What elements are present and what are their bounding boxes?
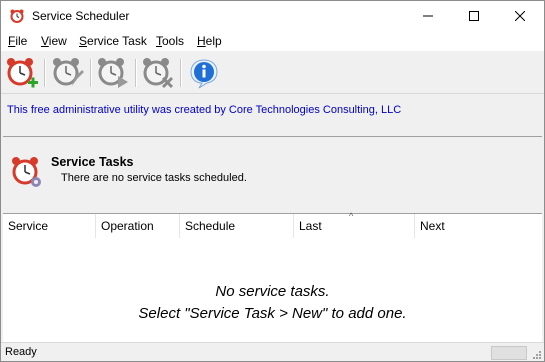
section-subtitle: There are no service tasks scheduled. <box>61 172 247 184</box>
sort-ascending-icon: ^ <box>349 211 354 221</box>
status-bar: Ready <box>1 342 544 361</box>
app-window: Service Scheduler File View Service Task… <box>0 0 545 362</box>
menu-bar: File View Service Task Tools Help <box>1 31 544 51</box>
toolbar-separator <box>135 59 137 87</box>
window-title: Service Scheduler <box>32 9 130 23</box>
credit-text: This free administrative utility was cre… <box>7 104 402 116</box>
status-panel <box>491 346 527 360</box>
run-task-button[interactable] <box>96 56 130 90</box>
menu-view[interactable]: View <box>41 34 67 48</box>
column-header-last[interactable]: Last <box>294 214 415 238</box>
service-tasks-header: Service Tasks There are no service tasks… <box>3 136 542 213</box>
menu-file[interactable]: File <box>8 34 27 48</box>
clock-add-icon <box>7 58 38 88</box>
alarm-clock-gear-icon <box>12 157 41 187</box>
resize-grip-icon[interactable] <box>533 351 542 360</box>
section-title: Service Tasks <box>51 155 134 169</box>
menu-service-task[interactable]: Service Task <box>79 34 147 48</box>
clock-delete-icon <box>143 58 174 89</box>
clock-run-icon <box>98 58 128 88</box>
toolbar-separator <box>180 59 182 87</box>
about-button[interactable] <box>187 56 221 90</box>
toolbar <box>1 53 544 93</box>
column-header-operation[interactable]: Operation <box>96 214 180 238</box>
new-task-button[interactable] <box>5 56 39 90</box>
empty-state-hint: Select "Service Task > New" to add one. <box>138 305 407 322</box>
edit-task-button[interactable] <box>51 56 85 90</box>
close-icon <box>515 11 525 21</box>
menu-help[interactable]: Help <box>197 34 222 48</box>
toolbar-separator <box>44 59 46 87</box>
column-header-next[interactable]: Next <box>415 214 542 238</box>
close-button[interactable] <box>497 1 543 31</box>
clock-edit-icon <box>53 58 84 86</box>
minimize-button[interactable] <box>405 1 451 31</box>
menu-tools[interactable]: Tools <box>156 34 184 48</box>
empty-state-message: No service tasks. <box>215 283 330 300</box>
info-icon <box>190 59 218 89</box>
minimize-icon <box>423 15 433 17</box>
title-bar[interactable]: Service Scheduler <box>1 1 544 31</box>
status-text: Ready <box>5 346 37 358</box>
column-header-schedule[interactable]: Schedule <box>180 214 294 238</box>
maximize-icon <box>469 11 479 21</box>
alarm-clock-app-icon <box>10 9 24 23</box>
service-task-list[interactable]: Service Operation Schedule Last ^ Next N… <box>3 211 542 342</box>
maximize-button[interactable] <box>451 1 497 31</box>
toolbar-divider <box>1 93 544 94</box>
delete-task-button[interactable] <box>141 56 175 90</box>
toolbar-separator <box>90 59 92 87</box>
column-header-service[interactable]: Service <box>3 214 96 238</box>
